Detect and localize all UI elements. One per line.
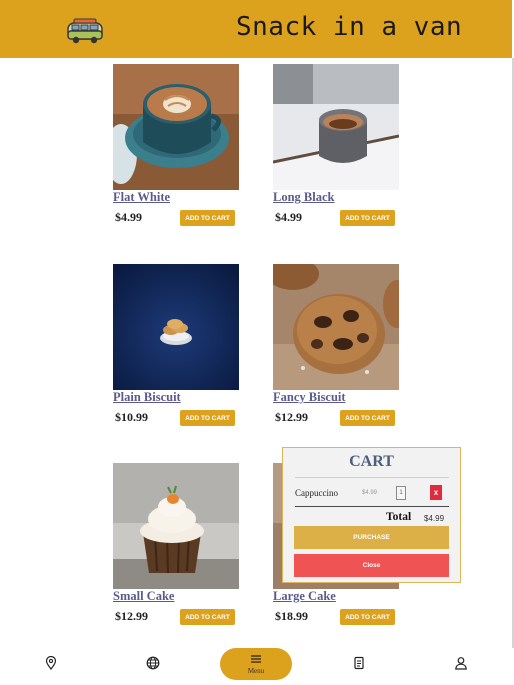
- product-price: $10.99: [115, 410, 148, 424]
- user-icon[interactable]: [453, 655, 469, 671]
- add-to-cart-button[interactable]: ADD TO CART: [340, 210, 395, 226]
- product-name-link[interactable]: Small Cake: [113, 589, 174, 604]
- add-to-cart-button[interactable]: ADD TO CART: [180, 410, 235, 426]
- add-to-cart-button[interactable]: ADD TO CART: [180, 609, 235, 625]
- menu-tab[interactable]: Menu: [220, 648, 292, 680]
- bottom-nav: Menu: [0, 648, 514, 685]
- coffee-cup-photo: [113, 64, 239, 190]
- cart-panel: CART Cappuccino $4.99 1 x Total $4.99 PU…: [282, 447, 461, 583]
- menu-icon: [251, 655, 261, 663]
- add-to-cart-button[interactable]: ADD TO CART: [340, 609, 395, 625]
- add-to-cart-button[interactable]: ADD TO CART: [340, 410, 395, 426]
- total-label: Total: [386, 511, 412, 523]
- total-value: $4.99: [424, 514, 445, 523]
- divider: [295, 477, 449, 478]
- product-price: $12.99: [115, 609, 148, 623]
- receipt-icon[interactable]: [351, 655, 367, 671]
- cupcake-photo: [113, 463, 239, 589]
- cart-title: CART: [349, 453, 394, 470]
- product-name-link[interactable]: Large Cake: [273, 589, 336, 604]
- app-header: Snack in a van: [0, 0, 512, 58]
- remove-item-button[interactable]: x: [430, 485, 442, 500]
- cart-item-name: Cappuccino: [295, 488, 338, 498]
- product-name-link[interactable]: Flat White: [113, 190, 170, 205]
- cart-item-price: $4.99: [362, 490, 378, 496]
- purchase-button[interactable]: PURCHASE: [294, 526, 449, 549]
- espresso-cup-photo: [273, 64, 399, 190]
- divider: [295, 506, 449, 507]
- product-name-link[interactable]: Plain Biscuit: [113, 390, 181, 405]
- globe-icon[interactable]: [145, 655, 161, 671]
- close-button[interactable]: Close: [294, 554, 449, 577]
- product-price: $18.99: [275, 609, 308, 623]
- app-title: Snack in a van: [236, 12, 463, 42]
- cookie-photo: [273, 264, 399, 390]
- product-name-link[interactable]: Fancy Biscuit: [273, 390, 346, 405]
- product-name-link[interactable]: Long Black: [273, 190, 334, 205]
- van-icon: [67, 18, 103, 44]
- product-price: $12.99: [275, 410, 308, 424]
- product-price: $4.99: [115, 210, 142, 224]
- add-to-cart-button[interactable]: ADD TO CART: [180, 210, 235, 226]
- menu-label: Menu: [247, 667, 265, 675]
- product-price: $4.99: [275, 210, 302, 224]
- biscuit-photo: [113, 264, 239, 390]
- location-pin-icon[interactable]: [43, 655, 59, 671]
- quantity-input[interactable]: 1: [396, 486, 406, 500]
